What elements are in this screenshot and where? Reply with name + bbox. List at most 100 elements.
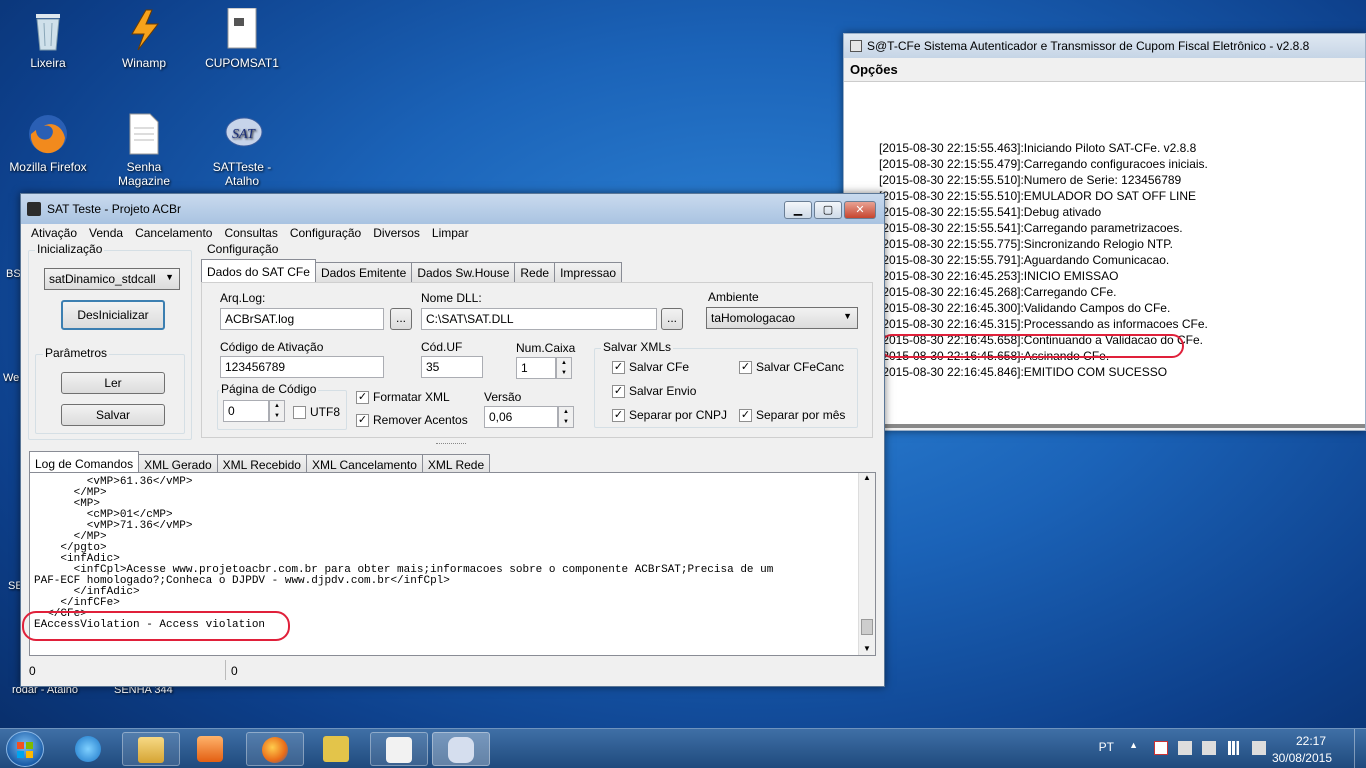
status-right: 0	[231, 664, 238, 678]
text-file-icon	[122, 112, 166, 156]
desktop-icon-senha-magazine[interactable]: Senha Magazine	[104, 112, 184, 188]
sat-cfe-titlebar[interactable]: S@T-CFe Sistema Autenticador e Transmiss…	[844, 34, 1365, 58]
cod-uf-input[interactable]: 35	[421, 356, 483, 378]
desktop-icon-label: Mozilla Firefox	[9, 160, 87, 174]
sat-shortcut-icon: SAT	[220, 112, 264, 156]
log-line: [2015-08-30 22:16:45.315]:Processando as…	[879, 317, 1208, 331]
pagina-codigo-input[interactable]: 0	[223, 400, 269, 422]
desktop-icon-lixeira[interactable]: Lixeira	[8, 8, 88, 70]
status-log: [2015-08-30 22:15:55.463]:Iniciando Pilo…	[844, 81, 1365, 428]
pagina-codigo-stepper[interactable]: ▲ ▼	[269, 400, 285, 422]
ambiente-label: Ambiente	[708, 290, 759, 304]
chevron-down-icon: ▼	[165, 272, 174, 282]
separar-mes-checkbox[interactable]: ✓ Separar por mês	[739, 408, 845, 422]
splitter-handle[interactable]	[436, 443, 466, 446]
log-line: [2015-08-30 22:16:45.846]:EMITIDO COM SU…	[879, 365, 1168, 379]
device-icon[interactable]	[1202, 741, 1216, 755]
menu-diversos[interactable]: Diversos	[367, 226, 426, 242]
scroll-down-icon[interactable]: ▼	[859, 644, 875, 653]
remover-acentos-checkbox[interactable]: ✓ Remover Acentos	[356, 413, 468, 427]
code-line: </infAdic>	[34, 586, 140, 598]
scroll-thumb[interactable]	[861, 619, 873, 635]
language-indicator[interactable]: PT	[1099, 740, 1114, 754]
desktop-icon-satteste[interactable]: SAT SATTeste - Atalho	[202, 112, 282, 188]
tab-xml-gerado[interactable]: XML Gerado	[138, 454, 218, 474]
internet-explorer-icon	[75, 736, 101, 762]
show-hidden-icon[interactable]: ▲	[1129, 740, 1138, 750]
chevron-down-icon: ▼	[843, 311, 852, 321]
tab-xml-rede[interactable]: XML Rede	[421, 454, 491, 474]
desktop-icon-firefox[interactable]: Mozilla Firefox	[8, 112, 88, 174]
formatar-xml-checkbox[interactable]: ✓ Formatar XML	[356, 390, 450, 404]
menu-consultas[interactable]: Consultas	[218, 226, 283, 242]
tab-xml-recebido[interactable]: XML Recebido	[216, 454, 307, 474]
tab-xml-cancelamento[interactable]: XML Cancelamento	[305, 454, 423, 474]
menu-limpar[interactable]: Limpar	[426, 226, 475, 242]
log-line: [2015-08-30 22:15:55.541]:Carregando par…	[879, 221, 1183, 235]
menu-cancelamento[interactable]: Cancelamento	[129, 226, 218, 242]
log-line: [2015-08-30 22:15:55.775]:Sincronizando …	[879, 237, 1173, 251]
desinicializar-button[interactable]: DesInicializar	[61, 300, 165, 330]
maximize-button[interactable]: ▢	[814, 201, 842, 219]
scroll-up-icon[interactable]: ▲	[859, 473, 875, 482]
menu-bar: Ativação Venda Cancelamento Consultas Co…	[21, 224, 884, 244]
menu-ativacao[interactable]: Ativação	[25, 226, 83, 242]
start-button[interactable]	[6, 731, 44, 767]
salvar-cfecanc-checkbox[interactable]: ✓ Salvar CFeCanc	[739, 360, 844, 374]
menu-opcoes[interactable]: Opções	[844, 58, 1365, 80]
desktop-icon-cupomsat1[interactable]: CUPOMSAT1	[202, 7, 282, 70]
desktop-icon-winamp[interactable]: Winamp	[104, 8, 184, 70]
minimize-button[interactable]: ▁	[784, 201, 812, 219]
dll-input[interactable]: C:\SAT\SAT.DLL	[421, 308, 657, 330]
arq-log-browse-button[interactable]: ...	[390, 308, 412, 330]
tab-dados-emitente[interactable]: Dados Emitente	[314, 262, 413, 282]
taskbar-explorer[interactable]	[122, 732, 180, 766]
taskbar-java[interactable]	[370, 732, 428, 766]
volume-icon[interactable]	[1252, 741, 1266, 755]
num-caixa-input[interactable]: 1	[516, 357, 556, 379]
dll-browse-button[interactable]: ...	[661, 308, 683, 330]
action-center-icon[interactable]	[1154, 741, 1168, 755]
num-caixa-stepper[interactable]: ▲ ▼	[556, 357, 572, 379]
taskbar-media[interactable]	[182, 732, 240, 766]
salvar-cfe-checkbox[interactable]: ✓ Salvar CFe	[612, 360, 689, 374]
check-icon: ✓	[739, 408, 752, 422]
ambiente-select[interactable]: taHomologacao ▼	[706, 307, 858, 329]
signal-icon[interactable]	[1228, 741, 1242, 755]
tab-dados-swhouse[interactable]: Dados Sw.House	[411, 262, 516, 282]
tab-log-comandos[interactable]: Log de Comandos	[29, 451, 140, 474]
utf8-checkbox[interactable]: UTF8	[293, 405, 340, 419]
check-icon: ✓	[356, 413, 369, 427]
codigo-ativacao-input[interactable]: 123456789	[220, 356, 384, 378]
separar-cnpj-checkbox[interactable]: ✓ Separar por CNPJ	[612, 408, 727, 422]
taskbar-sat[interactable]	[432, 732, 490, 766]
clock-date[interactable]: 30/08/2015	[1272, 751, 1332, 765]
show-desktop-button[interactable]	[1354, 729, 1366, 768]
taskbar-ie[interactable]	[60, 732, 118, 766]
versao-stepper[interactable]: ▲ ▼	[558, 406, 574, 428]
menu-configuracao[interactable]: Configuração	[284, 226, 367, 242]
log-line: [2015-08-30 22:15:55.791]:Aguardando Com…	[879, 253, 1170, 267]
tab-dados-sat[interactable]: Dados do SAT CFe	[201, 259, 316, 282]
model-select[interactable]: satDinamico_stdcall ▼	[44, 268, 180, 290]
network-icon[interactable]	[1178, 741, 1192, 755]
sat-teste-titlebar[interactable]: SAT Teste - Projeto ACBr	[21, 194, 884, 224]
clock-time[interactable]: 22:17	[1296, 734, 1326, 748]
arq-log-input[interactable]: ACBrSAT.log	[220, 308, 384, 330]
tab-rede[interactable]: Rede	[514, 262, 556, 282]
salvar-button[interactable]: Salvar	[61, 404, 165, 426]
versao-input[interactable]: 0,06	[484, 406, 558, 428]
taskbar-firefox[interactable]	[246, 732, 304, 766]
menu-venda[interactable]: Venda	[83, 226, 129, 242]
log-line: [2015-08-30 22:16:45.253]:INICIO EMISSAO	[879, 269, 1119, 283]
sat-cfe-window[interactable]: S@T-CFe Sistema Autenticador e Transmiss…	[843, 33, 1366, 431]
close-button[interactable]: ✕	[844, 201, 876, 219]
salvar-envio-checkbox[interactable]: ✓ Salvar Envio	[612, 384, 696, 398]
params-group-label: Parâmetros	[43, 346, 110, 360]
log-scrollbar[interactable]: ▲ ▼	[858, 473, 875, 655]
success-highlight	[880, 334, 1184, 358]
ler-button[interactable]: Ler	[61, 372, 165, 394]
tab-impressao[interactable]: Impressao	[554, 262, 623, 282]
desktop-edge-text: We	[3, 372, 20, 384]
taskbar-7zip[interactable]	[308, 732, 366, 766]
